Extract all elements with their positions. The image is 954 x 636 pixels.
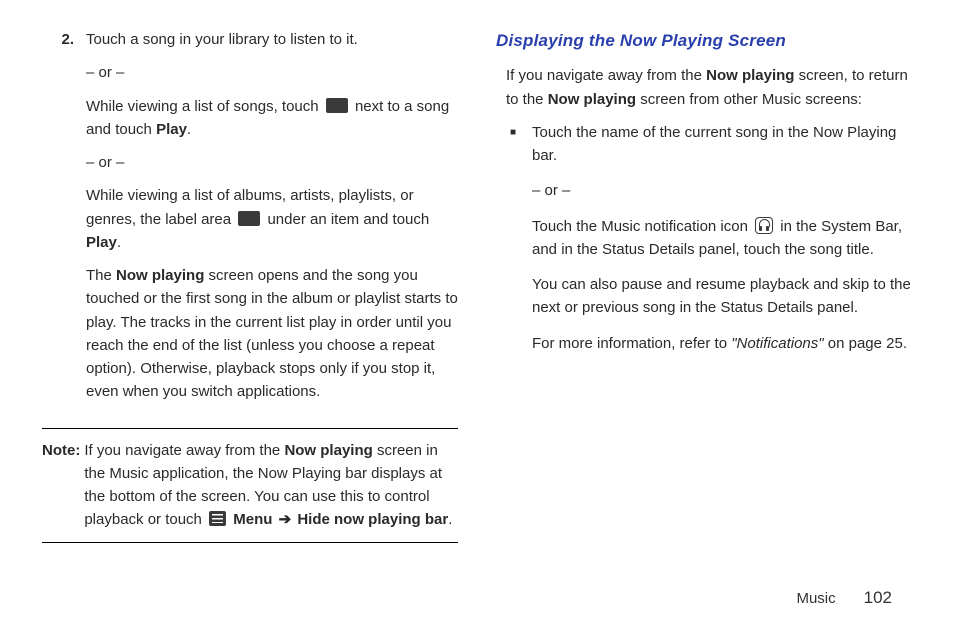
note-block: Note: If you navigate away from the Now … (42, 428, 458, 543)
step-body: Touch a song in your library to listen t… (86, 28, 458, 414)
context-box-icon (326, 98, 348, 113)
step-paragraph: While viewing a list of albums, artists,… (86, 184, 458, 254)
play-label: Play (86, 234, 117, 251)
context-box-icon (238, 211, 260, 226)
text: under an item and touch (267, 211, 429, 228)
two-column-layout: 2. Touch a song in your library to liste… (42, 28, 912, 543)
left-column: 2. Touch a song in your library to liste… (42, 28, 458, 543)
manual-page: 2. Touch a song in your library to liste… (0, 0, 954, 636)
page-footer: Music 102 (796, 588, 892, 608)
hide-now-playing-label: Hide now playing bar (297, 511, 448, 528)
step-line: Touch a song in your library to listen t… (86, 28, 458, 51)
step-number: 2. (56, 28, 74, 414)
text: screen opens and the song you touched or… (86, 267, 458, 400)
text: . (448, 511, 452, 528)
text: If you navigate away from the (84, 442, 284, 459)
right-column: Displaying the Now Playing Screen If you… (496, 28, 912, 543)
now-playing-label: Now playing (116, 267, 204, 284)
step-paragraph: The Now playing screen opens and the son… (86, 264, 458, 404)
reference-title: "Notifications" (731, 335, 823, 352)
or-separator: – or – (86, 151, 458, 174)
step-paragraph: While viewing a list of songs, touch nex… (86, 95, 458, 142)
note-label: Note: (42, 439, 80, 532)
text: The (86, 267, 116, 284)
text: For more information, refer to (532, 335, 731, 352)
text: on page 25. (828, 335, 907, 352)
square-bullet-icon: ■ (510, 121, 518, 367)
section-heading: Displaying the Now Playing Screen (496, 28, 912, 54)
bullet-paragraph: Touch the name of the current song in th… (532, 121, 912, 168)
page-number: 102 (864, 588, 892, 608)
menu-icon (209, 511, 226, 526)
text: While viewing a list of songs, touch (86, 98, 323, 115)
now-playing-label: Now playing (706, 67, 794, 84)
text: Touch the Music notification icon (532, 218, 752, 235)
text: screen from other Music screens: (640, 91, 862, 108)
now-playing-label: Now playing (284, 442, 372, 459)
footer-section: Music (796, 590, 835, 607)
menu-label: Menu (233, 511, 272, 528)
bullet-paragraph: You can also pause and resume playback a… (532, 273, 912, 320)
note-body: If you navigate away from the Now playin… (84, 439, 458, 532)
now-playing-label: Now playing (548, 91, 636, 108)
bullet-paragraph: For more information, refer to "Notifica… (532, 332, 912, 355)
or-separator: – or – (86, 61, 458, 84)
text: . (187, 121, 191, 138)
play-label: Play (156, 121, 187, 138)
bullet-paragraph: Touch the Music notification icon in the… (532, 215, 912, 262)
bulleted-item: ■ Touch the name of the current song in … (496, 121, 912, 367)
text: If you navigate away from the (506, 67, 706, 84)
bullet-body: Touch the name of the current song in th… (532, 121, 912, 367)
headphones-icon (755, 217, 773, 234)
intro-paragraph: If you navigate away from the Now playin… (496, 64, 912, 111)
text: . (117, 234, 121, 251)
or-separator: – or – (532, 179, 912, 202)
arrow-icon: ➔ (279, 511, 292, 528)
numbered-step: 2. Touch a song in your library to liste… (42, 28, 458, 414)
